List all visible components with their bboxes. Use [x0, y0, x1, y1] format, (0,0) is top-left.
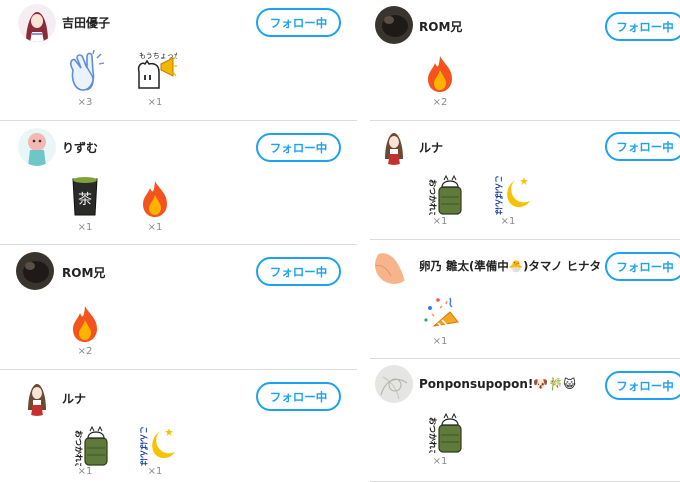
stamp-count: ×1: [432, 336, 448, 347]
follow-button[interactable]: フォロー中: [256, 257, 341, 286]
user-card: ルナ フォロー中 おつかれさま ×1 こんばんは ×1: [370, 121, 680, 240]
user-name[interactable]: 吉田優子: [62, 14, 110, 31]
fire-icon: [133, 177, 177, 221]
stamp-text: おつかれさま: [74, 430, 83, 466]
stamp-count: ×1: [147, 222, 163, 233]
user-card: ROM兄 フォロー中 ×2: [370, 0, 680, 121]
stamp-count: ×1: [147, 97, 163, 108]
stamp-text: こんばんは: [139, 426, 149, 466]
avatar[interactable]: [375, 6, 413, 44]
follow-button[interactable]: フォロー中: [605, 132, 680, 161]
fire-icon: [418, 52, 462, 96]
follow-button[interactable]: フォロー中: [605, 12, 680, 41]
party-popper-icon: [420, 292, 464, 336]
follow-button[interactable]: フォロー中: [256, 133, 341, 162]
konbanwa-moon-icon: こんばんは: [488, 171, 532, 215]
fire-icon: [63, 302, 107, 346]
follow-button[interactable]: フォロー中: [256, 382, 341, 411]
stamp-text: おつかれさま: [428, 417, 437, 453]
stamp-count: ×1: [77, 222, 93, 233]
konbanwa-moon-icon: こんばんは: [133, 422, 177, 466]
stamp-text: おつかれさま: [428, 179, 437, 215]
user-card: ルナ フォロー中 おつかれさま ×1 こんばんは ×1: [0, 370, 357, 482]
user-card: 吉田優子 フォロー中 ×3 もうちょっかい ×1: [0, 0, 357, 121]
follow-button[interactable]: フォロー中: [256, 8, 341, 37]
avatar[interactable]: [18, 378, 56, 416]
user-name[interactable]: 卵乃 雛太(準備中🐣)タマノ ヒナタ: [419, 258, 601, 274]
stamp-count: ×1: [432, 216, 448, 227]
avatar[interactable]: [18, 4, 56, 42]
stamp-text: こんばんは: [494, 175, 504, 215]
avatar[interactable]: [375, 246, 413, 284]
oyasumi-cat-icon: おつかれさま: [422, 171, 466, 227]
user-name[interactable]: ルナ: [62, 390, 86, 407]
avatar[interactable]: [18, 128, 56, 166]
tea-cup-icon: 茶: [63, 175, 107, 219]
follow-button[interactable]: フォロー中: [605, 252, 680, 281]
stamp-count: ×1: [77, 466, 93, 477]
stamp-count: ×1: [500, 216, 516, 227]
user-card: ROM兄 フォロー中 ×2: [0, 245, 357, 370]
stamp-count: ×3: [77, 97, 93, 108]
stamp-count: ×2: [432, 97, 448, 108]
user-card: Ponponsupopon!🐶🎋😺 フォロー中 おつかれさま ×1: [370, 359, 680, 482]
user-name[interactable]: りずむ: [62, 139, 98, 156]
avatar[interactable]: [375, 127, 413, 165]
avatar[interactable]: [16, 252, 54, 290]
user-name[interactable]: ルナ: [419, 139, 443, 156]
oyasumi-cat-icon: おつかれさま: [68, 422, 112, 478]
oyasumi-cat-icon: おつかれさま: [422, 409, 466, 465]
clapping-hands-icon: [63, 49, 107, 94]
user-name[interactable]: Ponponsupopon!🐶🎋😺: [419, 377, 576, 391]
yeah-cat-icon: もうちょっかい: [133, 48, 188, 92]
avatar[interactable]: [375, 365, 413, 403]
stamp-text: 茶: [78, 192, 92, 208]
stamp-count: ×2: [77, 346, 93, 357]
user-name[interactable]: ROM兄: [419, 18, 462, 35]
user-card: りずむ フォロー中 茶 ×1 ×1: [0, 121, 357, 245]
user-card: 卵乃 雛太(準備中🐣)タマノ ヒナタ フォロー中 ×1: [370, 240, 680, 359]
follow-button[interactable]: フォロー中: [605, 371, 680, 400]
user-name[interactable]: ROM兄: [62, 264, 105, 281]
stamp-count: ×1: [432, 456, 448, 467]
stamp-count: ×1: [147, 466, 163, 477]
